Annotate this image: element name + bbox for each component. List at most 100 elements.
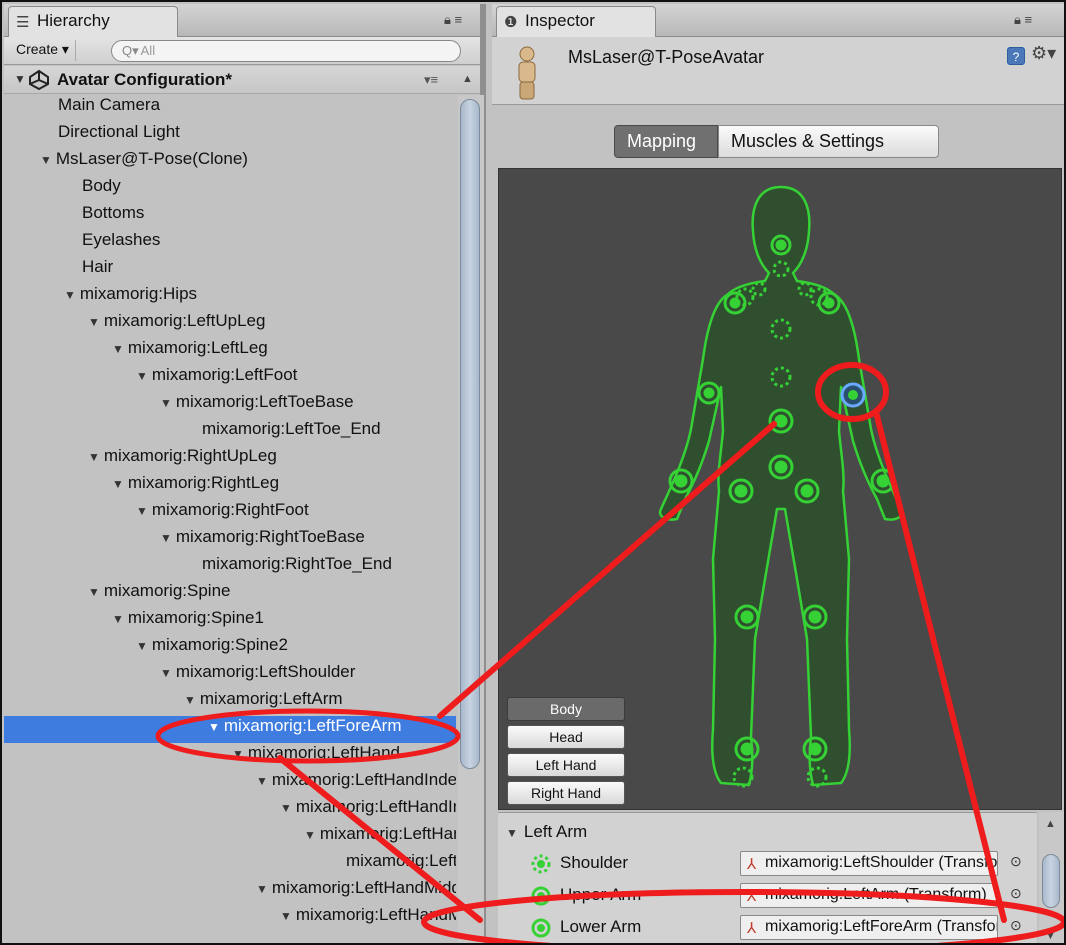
expand-triangle-icon[interactable]: ▼ — [256, 882, 268, 896]
bone-transform-field[interactable]: ⅄ mixamorig:LeftForeArm (Transform) — [740, 915, 998, 940]
expand-triangle-icon[interactable]: ▼ — [256, 774, 268, 788]
tree-row[interactable]: mixamorig:LeftHandIndex4 — [4, 851, 456, 878]
expand-triangle-icon[interactable]: ▼ — [280, 801, 292, 815]
tree-row-label: Eyelashes — [82, 230, 161, 249]
tree-row[interactable]: Hair — [4, 257, 456, 284]
tree-row[interactable]: Body — [4, 176, 456, 203]
bone-transform-field[interactable]: ⅄ mixamorig:LeftShoulder (Transform) — [740, 851, 998, 876]
tree-row[interactable]: Bottoms — [4, 203, 456, 230]
expand-triangle-icon[interactable]: ▼ — [208, 720, 220, 734]
tree-row[interactable]: mixamorig:LeftToe_End — [4, 419, 456, 446]
section-header-left-arm[interactable]: ▼ Left Arm — [506, 822, 587, 842]
tree-row[interactable]: ▼mixamorig:LeftHandMiddle2 — [4, 905, 456, 932]
expand-triangle-icon[interactable]: ▼ — [88, 585, 100, 599]
hierarchy-tree: Main Camera Directional Light ▼ MsLaser@T-P… — [4, 95, 456, 943]
object-picker-icon[interactable]: ⊙ — [1010, 917, 1022, 934]
expand-triangle-icon[interactable]: ▼ — [280, 909, 292, 923]
tree-row[interactable]: ▼mixamorig:LeftHandMiddle1 — [4, 878, 456, 905]
tree-row[interactable]: ▼ mixamorig:LeftShoulder — [4, 662, 456, 689]
tree-row[interactable]: Main Camera — [4, 95, 456, 122]
tab-hierarchy-label: Hierarchy — [37, 11, 110, 30]
tree-row[interactable]: Eyelashes — [4, 230, 456, 257]
scene-menu-icon[interactable]: ▾≡ — [424, 72, 438, 88]
tree-row[interactable]: ▼ mixamorig:Hips — [4, 284, 456, 311]
expand-triangle-icon[interactable]: ▼ — [304, 828, 316, 842]
expand-triangle-icon[interactable]: ▼ — [88, 450, 100, 464]
create-dropdown[interactable]: Create ▾ — [10, 40, 76, 61]
tab-mapping[interactable]: Mapping — [614, 125, 718, 158]
tree-row[interactable]: ▼ mixamorig:LeftLeg — [4, 338, 456, 365]
expand-triangle-icon[interactable]: ▼ — [136, 504, 148, 518]
tree-row-label: Body — [82, 176, 121, 195]
tree-row[interactable]: ▼ mixamorig:Spine — [4, 581, 456, 608]
tree-row[interactable]: ▼ mixamorig:Spine1 — [4, 608, 456, 635]
tree-row[interactable]: ▼ mixamorig:LeftHandIndex1 — [4, 770, 456, 797]
tree-row-label: mixamorig:Hips — [79, 284, 198, 303]
expand-triangle-icon[interactable]: ▼ — [160, 396, 172, 410]
body-part-button-left-hand[interactable]: Left Hand — [507, 753, 625, 777]
expand-triangle-icon[interactable]: ▼ — [136, 369, 148, 383]
avatar-body-view: Body Head Left Hand Right Hand — [498, 168, 1062, 810]
tab-inspector-label: Inspector — [525, 11, 595, 30]
gear-icon[interactable]: ⚙▾ — [1031, 43, 1056, 64]
inspector-header: MsLaser@T-PoseAvatar ? ⚙▾ — [492, 37, 1064, 105]
tree-row[interactable]: ▼mixamorig:LeftHandIndex3 — [4, 824, 456, 851]
tree-row-label: mixamorig:Spine — [103, 581, 231, 600]
expand-triangle-icon[interactable]: ▼ — [112, 342, 124, 356]
tree-row[interactable]: ▼ mixamorig:LeftToeBase — [4, 392, 456, 419]
bone-label: Upper Arm — [560, 885, 642, 904]
expand-triangle-icon[interactable]: ▼ — [506, 826, 518, 840]
scroll-up-arrow-icon[interactable]: ▲ — [1045, 818, 1056, 830]
tree-row[interactable]: ▼ mixamorig:RightUpLeg — [4, 446, 456, 473]
mapping-scroll-thumb[interactable] — [1042, 854, 1060, 908]
expand-triangle-icon[interactable]: ▼ — [160, 531, 172, 545]
tree-row[interactable]: Directional Light — [4, 122, 456, 149]
expand-triangle-icon[interactable]: ▼ — [14, 72, 26, 86]
help-book-icon[interactable]: ? — [1007, 47, 1025, 65]
hierarchy-tabbar: ☰ Hierarchy 🔒︎ ≡ — [4, 4, 480, 37]
expand-triangle-icon[interactable]: ▼ — [112, 612, 124, 626]
tree-row-label: mixamorig:LeftHandIndex1 — [271, 770, 456, 789]
search-input[interactable]: Q▾ All — [111, 40, 461, 62]
expand-triangle-icon[interactable]: ▼ — [184, 693, 196, 707]
expand-triangle-icon[interactable]: ▼ — [64, 288, 76, 302]
hierarchy-scrollbar[interactable] — [458, 95, 484, 943]
tree-row[interactable]: ▼mixamorig:LeftHandIndex2 — [4, 797, 456, 824]
scroll-down-arrow-icon[interactable]: ▼ — [1045, 930, 1056, 942]
lock-icon[interactable]: 🔒︎ ≡ — [444, 12, 462, 28]
body-part-button-body[interactable]: Body — [507, 697, 625, 721]
mapping-scrollbar[interactable]: ▲ ▼ — [1039, 812, 1064, 943]
tab-muscles-settings[interactable]: Muscles & Settings — [718, 125, 939, 158]
tree-row-selected[interactable]: ▼ mixamorig:LeftForeArm — [4, 716, 456, 743]
tree-row[interactable]: ▼ mixamorig:RightFoot — [4, 500, 456, 527]
expand-triangle-icon[interactable]: ▼ — [40, 153, 52, 167]
expand-triangle-icon[interactable]: ▼ — [112, 477, 124, 491]
tree-row[interactable]: ▼ mixamorig:LeftUpLeg — [4, 311, 456, 338]
tree-row[interactable]: ▼ mixamorig:LeftFoot — [4, 365, 456, 392]
tree-row[interactable]: ▼ mixamorig:LeftArm — [4, 689, 456, 716]
expand-triangle-icon[interactable]: ▼ — [160, 666, 172, 680]
tree-row[interactable]: ▼ mixamorig:LeftHand — [4, 743, 456, 770]
tree-row[interactable]: mixamorig:RightToe_End — [4, 554, 456, 581]
hierarchy-scroll-thumb[interactable] — [460, 99, 480, 769]
expand-triangle-icon[interactable]: ▼ — [136, 639, 148, 653]
tree-row[interactable]: ▼ mixamorig:Spine2 — [4, 635, 456, 662]
inspector-lock-icon[interactable]: 🔒︎ ≡ — [1014, 12, 1032, 28]
bone-transform-field[interactable]: ⅄ mixamorig:LeftArm (Transform) — [740, 883, 998, 908]
bone-row: Upper Arm ⅄ mixamorig:LeftArm (Transform) ⊙ — [498, 881, 1037, 909]
tab-inspector[interactable]: ❶ Inspector — [496, 6, 656, 37]
body-part-button-head[interactable]: Head — [507, 725, 625, 749]
tab-hierarchy[interactable]: ☰ Hierarchy — [8, 6, 178, 37]
expand-triangle-icon[interactable]: ▼ — [232, 747, 244, 761]
body-part-button-right-hand[interactable]: Right Hand — [507, 781, 625, 805]
tree-row[interactable]: ▼ MsLaser@T-Pose(Clone) — [4, 149, 456, 176]
scroll-up-arrow-icon[interactable]: ▲ — [462, 73, 473, 85]
expand-triangle-icon[interactable]: ▼ — [88, 315, 100, 329]
tree-row[interactable]: ▼ mixamorig:RightToeBase — [4, 527, 456, 554]
object-picker-icon[interactable]: ⊙ — [1010, 885, 1022, 902]
tree-row[interactable]: ▼ mixamorig:RightLeg — [4, 473, 456, 500]
tree-row-label: mixamorig:LeftHand — [247, 743, 401, 762]
object-picker-icon[interactable]: ⊙ — [1010, 853, 1022, 870]
scene-root-row[interactable]: ▼ Avatar Configuration* ▾≡ ▲ — [4, 66, 480, 94]
tree-row-label: mixamorig:RightToeBase — [175, 527, 365, 546]
